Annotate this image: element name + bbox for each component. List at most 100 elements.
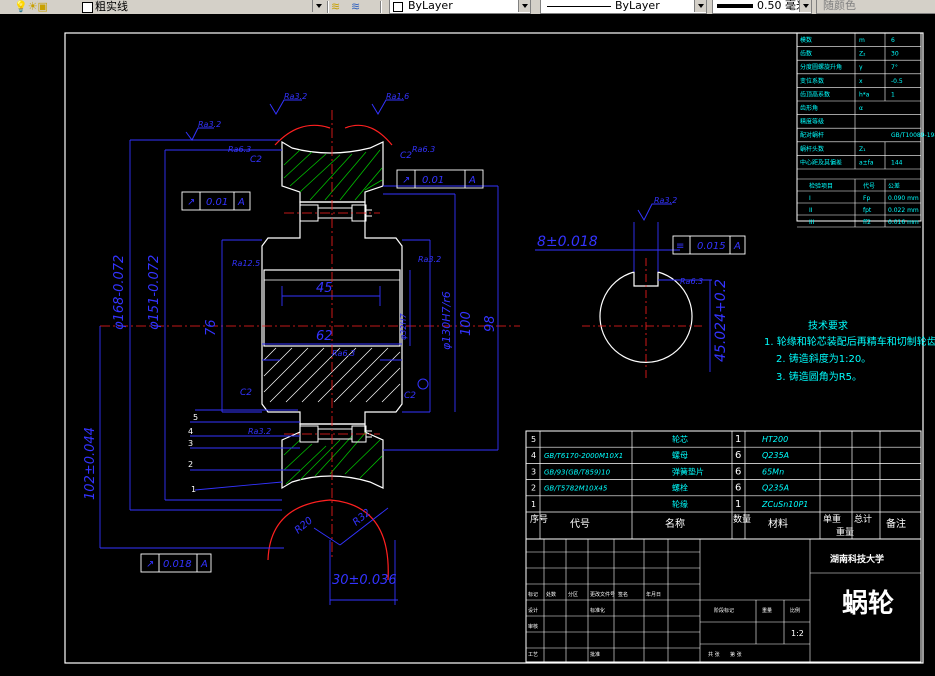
lineweight-dropdown-arrow[interactable] (799, 0, 811, 12)
runout-left-value: 0.01 (206, 197, 228, 208)
linetype-control[interactable]: ByLayer (540, 0, 707, 14)
title-block-label: 共 张 (708, 651, 720, 658)
roughness-9: Ra3.2 (248, 427, 271, 436)
chamfer-c2-top: C2 (400, 151, 412, 161)
balloon-1: 1 (191, 485, 196, 494)
roughness-6: Ra12.5 (232, 259, 260, 268)
color-dropdown-arrow[interactable] (518, 0, 530, 12)
dim-outer-diameter: φ168-0.072 (112, 255, 127, 330)
bom-quantity: 1 (735, 434, 741, 445)
bom-material: 65Mn (762, 467, 784, 476)
tech-req-item-3: 3. 铸造圆角为R5。 (776, 370, 862, 383)
lineweight-control[interactable]: 0.50 毫米 (712, 0, 812, 14)
keyway-width-dim: 8±0.018 (537, 234, 598, 250)
gear-param-symbol: γ (859, 64, 863, 71)
drawing-scale: 1:2 (791, 629, 804, 638)
chamfer-c2-left: C2 (250, 155, 262, 165)
bom-part-name: 螺母 (672, 450, 688, 460)
bom-header-no: 序号 (530, 513, 548, 525)
bom-material: ZCuSn10P1 (761, 500, 808, 509)
drawing-canvas[interactable]: φ168-0.072 φ151-0.072 102±0.044 76 45 62… (0, 14, 935, 676)
dim-100: 100 (459, 311, 474, 336)
gear-param-name: 齿顶高系数 (800, 90, 830, 98)
bom-quantity: 6 (735, 466, 741, 477)
gear-param-symbol: h*a (859, 91, 870, 98)
gear-param-symbol: a±fa (859, 159, 874, 166)
linetype-dropdown-arrow[interactable] (694, 0, 706, 12)
color-control[interactable]: ByLayer (389, 0, 531, 14)
dim-width-30: 30±0.036 (332, 573, 397, 588)
datum-left: A (237, 197, 245, 208)
roughness-4: Ra6.3 (228, 145, 251, 154)
tolerance-symbol: ff2 (863, 219, 871, 226)
title-block-label: 重量 (762, 607, 772, 614)
bom-part-name: 螺栓 (672, 483, 688, 493)
keyway-side-roughness: Ra6.3 (680, 277, 703, 286)
layer-dropdown-arrow[interactable] (312, 0, 324, 12)
roughness-5: Ra6.3 (412, 145, 435, 154)
dim-45: 45 (316, 281, 333, 296)
balloon-4: 4 (188, 427, 193, 436)
keyway-roughness: Ra3.2 (654, 196, 677, 205)
bom-item-no: 5 (531, 435, 536, 444)
linetype-sample (547, 6, 611, 7)
tech-req-item-1: 1. 轮缘和轮芯装配后再精车和切制轮齿。 (764, 335, 935, 348)
bom-header-material: 材料 (768, 517, 788, 530)
dim-62: 62 (316, 329, 333, 344)
dim-center-distance: 102±0.044 (83, 427, 98, 500)
bom-quantity: 6 (735, 450, 741, 461)
layer-name[interactable]: 粗实线 (95, 0, 128, 14)
datum-bottom: A (200, 559, 208, 570)
gear-param-name: 模数 (800, 36, 812, 44)
dim-98: 98 (483, 315, 498, 332)
bom-code: GB/T6170-2000M10X1 (544, 452, 623, 460)
tolerance-symbol: fpt (863, 207, 872, 214)
roughness-1: Ra3.2 (284, 92, 307, 101)
bom-quantity: 1 (735, 499, 741, 510)
layer-previous-icon[interactable]: ≋ (331, 0, 340, 14)
runout-symbol-bottom-icon: ↗ (146, 559, 154, 570)
bom-header-remark: 备注 (886, 517, 906, 530)
layer-state-icons[interactable]: 💡☀▣ (14, 0, 48, 14)
gear-param-value: 7° (891, 64, 898, 71)
color-swatch (393, 2, 403, 12)
dim-hub-fit: φ130H7/r6 (440, 291, 453, 350)
gear-param-value: GB/T10089-1988 (891, 132, 935, 139)
tolerance-symbol: 代号 (863, 182, 875, 190)
tech-req-item-2: 2. 铸造斜度为1:20。 (776, 352, 871, 365)
gear-param-symbol: Z₂ (859, 51, 866, 58)
datum-top: A (468, 175, 476, 186)
title-block-label: 签名 (618, 591, 628, 598)
tolerance-item: 检验项目 (809, 182, 833, 190)
gear-param-value: -0.5 (891, 78, 903, 85)
title-block-label: 设计 (528, 607, 538, 614)
roughness-2: Ra1.6 (386, 92, 409, 101)
chamfer-c2-bottom-left: C2 (240, 388, 252, 398)
gear-param-name: 分度圆螺旋升角 (800, 63, 842, 71)
title-block-label: 工艺 (528, 652, 538, 658)
title-block-label: 标准化 (590, 607, 605, 614)
title-block-label: 审核 (528, 623, 538, 630)
balloon-3: 3 (188, 439, 193, 448)
symmetry-icon: ≡ (676, 241, 684, 252)
gear-param-symbol: x (859, 78, 863, 85)
tolerance-item: III (809, 219, 815, 226)
gear-param-symbol: m (859, 37, 865, 44)
bom-material: Q235A (762, 484, 789, 493)
title-block-label: 阶段标记 (714, 607, 734, 614)
gear-param-name: 蜗杆头数 (800, 145, 824, 153)
bom-material: HT200 (762, 435, 788, 444)
gear-param-value: 1 (891, 91, 895, 98)
properties-toolbar: 💡☀▣ 粗实线 ≋ ≋ ByLayer ByLayer 0.50 毫米 随颜色 (0, 0, 935, 15)
bom-part-name: 轮芯 (672, 434, 688, 444)
title-block-label: 更改文件号 (590, 591, 615, 598)
symmetry-datum: A (733, 241, 741, 252)
layer-color-swatch (82, 2, 93, 13)
roughness-3: Ra3.2 (198, 120, 221, 129)
symmetry-value: 0.015 (697, 241, 726, 252)
layer-match-icon[interactable]: ≋ (351, 0, 360, 14)
gear-param-name: 齿数 (800, 50, 812, 58)
plotstyle-control[interactable]: 随颜色 (816, 0, 935, 14)
balloon-2: 2 (188, 460, 193, 469)
keyway-depth-dim: 45.024+0.2 (713, 279, 729, 362)
